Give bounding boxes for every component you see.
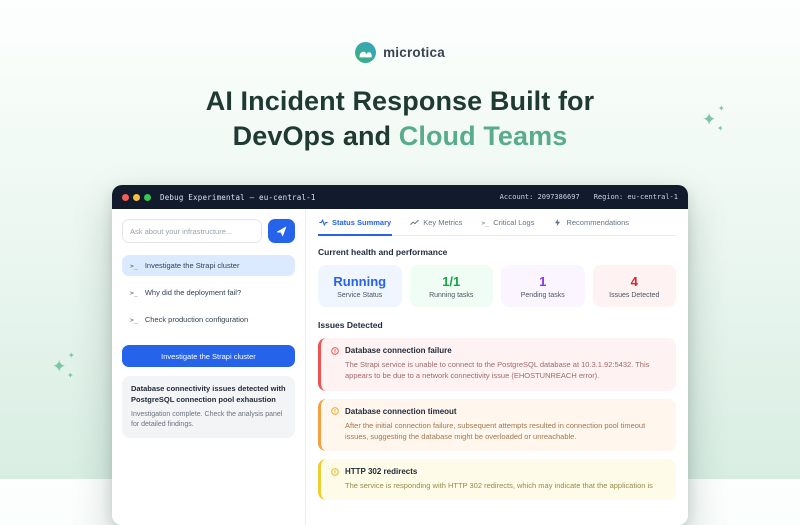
investigation-result-panel: Database connectivity issues detected wi…: [122, 376, 295, 438]
send-icon: [276, 226, 287, 237]
sparkle-decoration-right: ✦✦✦: [702, 103, 732, 137]
pending-tasks-card: 1 Pending tasks: [501, 265, 585, 307]
sparkle-decoration-left: ✦✦✦: [52, 350, 82, 384]
headline-highlight: Cloud Teams: [399, 121, 568, 151]
tab-label: Critical Logs: [493, 218, 534, 227]
tab-label: Status Summary: [332, 218, 391, 227]
minimize-button[interactable]: [133, 194, 140, 201]
close-button[interactable]: [122, 194, 129, 201]
issue-card-db-connection-timeout: Database connection timeout After the in…: [318, 399, 676, 452]
headline-line1: AI Incident Response Built for: [206, 86, 595, 116]
tab-label: Recommendations: [566, 218, 629, 227]
brand-logo: microtica: [0, 42, 800, 63]
headline-line2: DevOps and: [233, 121, 399, 151]
service-status-card: Running Service Status: [318, 265, 402, 307]
page-title: AI Incident Response Built for DevOps an…: [0, 84, 800, 153]
issues-detected-card: 4 Issues Detected: [593, 265, 677, 307]
prompt-label: Investigate the Strapi cluster: [145, 261, 240, 270]
prompt-label: Why did the deployment fail?: [145, 288, 241, 297]
pending-tasks-label: Pending tasks: [504, 292, 582, 299]
window-titlebar: Debug Experimental — eu-central-1 Accoun…: [112, 185, 688, 209]
prompt-investigate-strapi[interactable]: >_ Investigate the Strapi cluster: [122, 255, 295, 276]
issue-description: The service is responding with HTTP 302 …: [345, 480, 666, 491]
service-status-value: Running: [321, 274, 399, 289]
zap-icon: [553, 218, 562, 227]
analysis-panel: Status Summary Key Metrics >_ Critical L…: [306, 209, 688, 525]
issue-description: The Strapi service is unable to connect …: [345, 359, 666, 382]
running-tasks-value: 1/1: [413, 274, 491, 289]
tab-key-metrics[interactable]: Key Metrics: [409, 209, 463, 236]
app-window: Debug Experimental — eu-central-1 Accoun…: [112, 185, 688, 525]
ask-infrastructure-input[interactable]: [122, 219, 262, 243]
running-tasks-card: 1/1 Running tasks: [410, 265, 494, 307]
tab-status-summary[interactable]: Status Summary: [318, 209, 392, 236]
send-button[interactable]: [268, 219, 295, 243]
suggested-prompts: >_ Investigate the Strapi cluster >_ Why…: [122, 255, 295, 330]
terminal-icon: >_: [130, 316, 138, 324]
microtica-logo-icon: [355, 42, 376, 63]
prompt-deployment-fail[interactable]: >_ Why did the deployment fail?: [122, 282, 295, 303]
issue-card-http-302-redirects: HTTP 302 redirects The service is respon…: [318, 459, 676, 500]
tab-critical-logs[interactable]: >_ Critical Logs: [480, 209, 535, 236]
service-status-label: Service Status: [321, 292, 399, 299]
issues-detected-value: 4: [596, 274, 674, 289]
alert-circle-icon: [331, 468, 339, 476]
trend-chart-icon: [410, 218, 419, 227]
issue-title: HTTP 302 redirects: [345, 467, 417, 476]
titlebar-meta: Account: 2097386697 Region: eu-central-1: [500, 193, 678, 201]
status-cards: Running Service Status 1/1 Running tasks…: [318, 265, 676, 307]
pending-tasks-value: 1: [504, 274, 582, 289]
activity-icon: [319, 218, 328, 227]
issues-section-title: Issues Detected: [318, 320, 676, 330]
region-info: Region: eu-central-1: [594, 193, 678, 201]
issue-title: Database connection timeout: [345, 407, 457, 416]
account-info: Account: 2097386697: [500, 193, 580, 201]
tab-bar: Status Summary Key Metrics >_ Critical L…: [318, 209, 676, 236]
window-controls: [122, 194, 151, 201]
terminal-icon: >_: [130, 262, 138, 270]
chat-sidebar: >_ Investigate the Strapi cluster >_ Why…: [112, 209, 306, 525]
alert-circle-icon: [331, 407, 339, 415]
issue-title: Database connection failure: [345, 346, 452, 355]
issue-card-db-connection-failure: Database connection failure The Strapi s…: [318, 338, 676, 391]
terminal-icon: >_: [130, 289, 138, 297]
result-subtitle: Investigation complete. Check the analys…: [131, 410, 286, 430]
window-title: Debug Experimental — eu-central-1: [160, 193, 316, 202]
running-tasks-label: Running tasks: [413, 292, 491, 299]
issue-description: After the initial connection failure, su…: [345, 420, 666, 443]
tab-label: Key Metrics: [423, 218, 462, 227]
maximize-button[interactable]: [144, 194, 151, 201]
prompt-label: Check production configuration: [145, 315, 248, 324]
terminal-icon: >_: [481, 219, 489, 227]
brand-name: microtica: [383, 45, 445, 60]
alert-circle-icon: [331, 347, 339, 355]
tab-recommendations[interactable]: Recommendations: [552, 209, 630, 236]
investigate-strapi-cluster-button[interactable]: Investigate the Strapi cluster: [122, 345, 295, 367]
health-section-title: Current health and performance: [318, 247, 676, 257]
prompt-check-production[interactable]: >_ Check production configuration: [122, 309, 295, 330]
issues-detected-label: Issues Detected: [596, 292, 674, 299]
result-title: Database connectivity issues detected wi…: [131, 384, 286, 406]
